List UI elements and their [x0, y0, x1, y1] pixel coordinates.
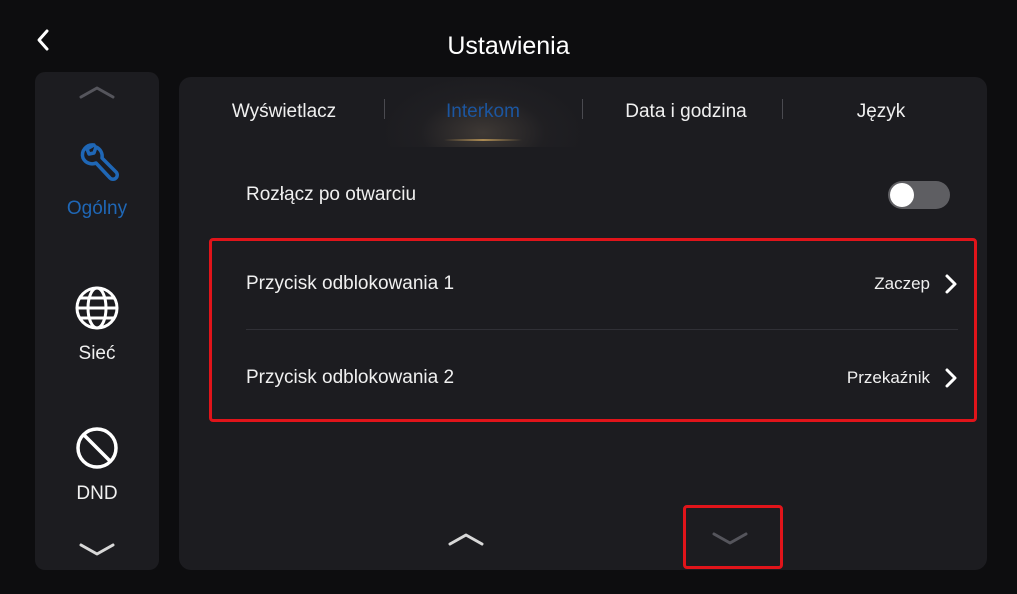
chevron-down-icon — [79, 543, 115, 556]
disconnect-after-open-row: Rozłącz po otwarciu — [246, 175, 958, 215]
unlock-button-2-row[interactable]: Przycisk odblokowania 2 Przekaźnik — [246, 355, 958, 401]
globe-icon — [72, 283, 122, 333]
setting-label: Przycisk odblokowania 2 — [246, 367, 455, 388]
tab-display[interactable]: Wyświetlacz — [189, 77, 379, 147]
chevron-right-icon — [945, 274, 957, 294]
sidebar-item-label: DND — [76, 483, 118, 504]
setting-label: Rozłącz po otwarciu — [246, 184, 417, 205]
do-not-disturb-icon — [72, 423, 122, 473]
sidebar-item-dnd[interactable]: DND — [35, 423, 159, 505]
page-up-button[interactable] — [441, 524, 491, 554]
sidebar-item-label: Sieć — [78, 343, 116, 364]
setting-value: Zaczep — [874, 274, 930, 293]
sidebar-item-label: Ogólny — [66, 198, 128, 219]
tab-language[interactable]: Język — [783, 77, 979, 147]
sidebar-scroll-down-button[interactable] — [35, 542, 159, 558]
disconnect-after-open-toggle[interactable] — [888, 181, 950, 209]
tab-bar: Wyświetlacz Interkom Data i godzina Języ… — [179, 77, 987, 147]
sidebar-scroll-up-button[interactable] — [35, 84, 159, 100]
chevron-right-icon — [945, 368, 957, 388]
tab-intercom[interactable]: Interkom — [385, 77, 581, 147]
unlock-button-1-row[interactable]: Przycisk odblokowania 1 Zaczep — [246, 261, 958, 307]
tab-date-time[interactable]: Data i godzina — [583, 77, 789, 147]
wrench-icon — [72, 138, 122, 188]
toggle-knob — [890, 183, 914, 207]
page-down-button[interactable] — [705, 524, 755, 554]
chevron-down-icon — [712, 532, 748, 545]
sidebar-item-network[interactable]: Sieć — [35, 283, 159, 365]
page-title: Ustawienia — [447, 32, 570, 60]
settings-panel: Wyświetlacz Interkom Data i godzina Języ… — [179, 77, 987, 570]
row-divider — [246, 329, 958, 330]
setting-label: Przycisk odblokowania 1 — [246, 273, 455, 294]
sidebar-item-general[interactable]: Ogólny — [35, 138, 159, 220]
chevron-up-icon — [79, 86, 115, 99]
chevron-up-icon — [448, 533, 484, 546]
setting-value: Przekaźnik — [846, 368, 930, 387]
sidebar: Ogólny Sieć DND — [35, 72, 159, 570]
